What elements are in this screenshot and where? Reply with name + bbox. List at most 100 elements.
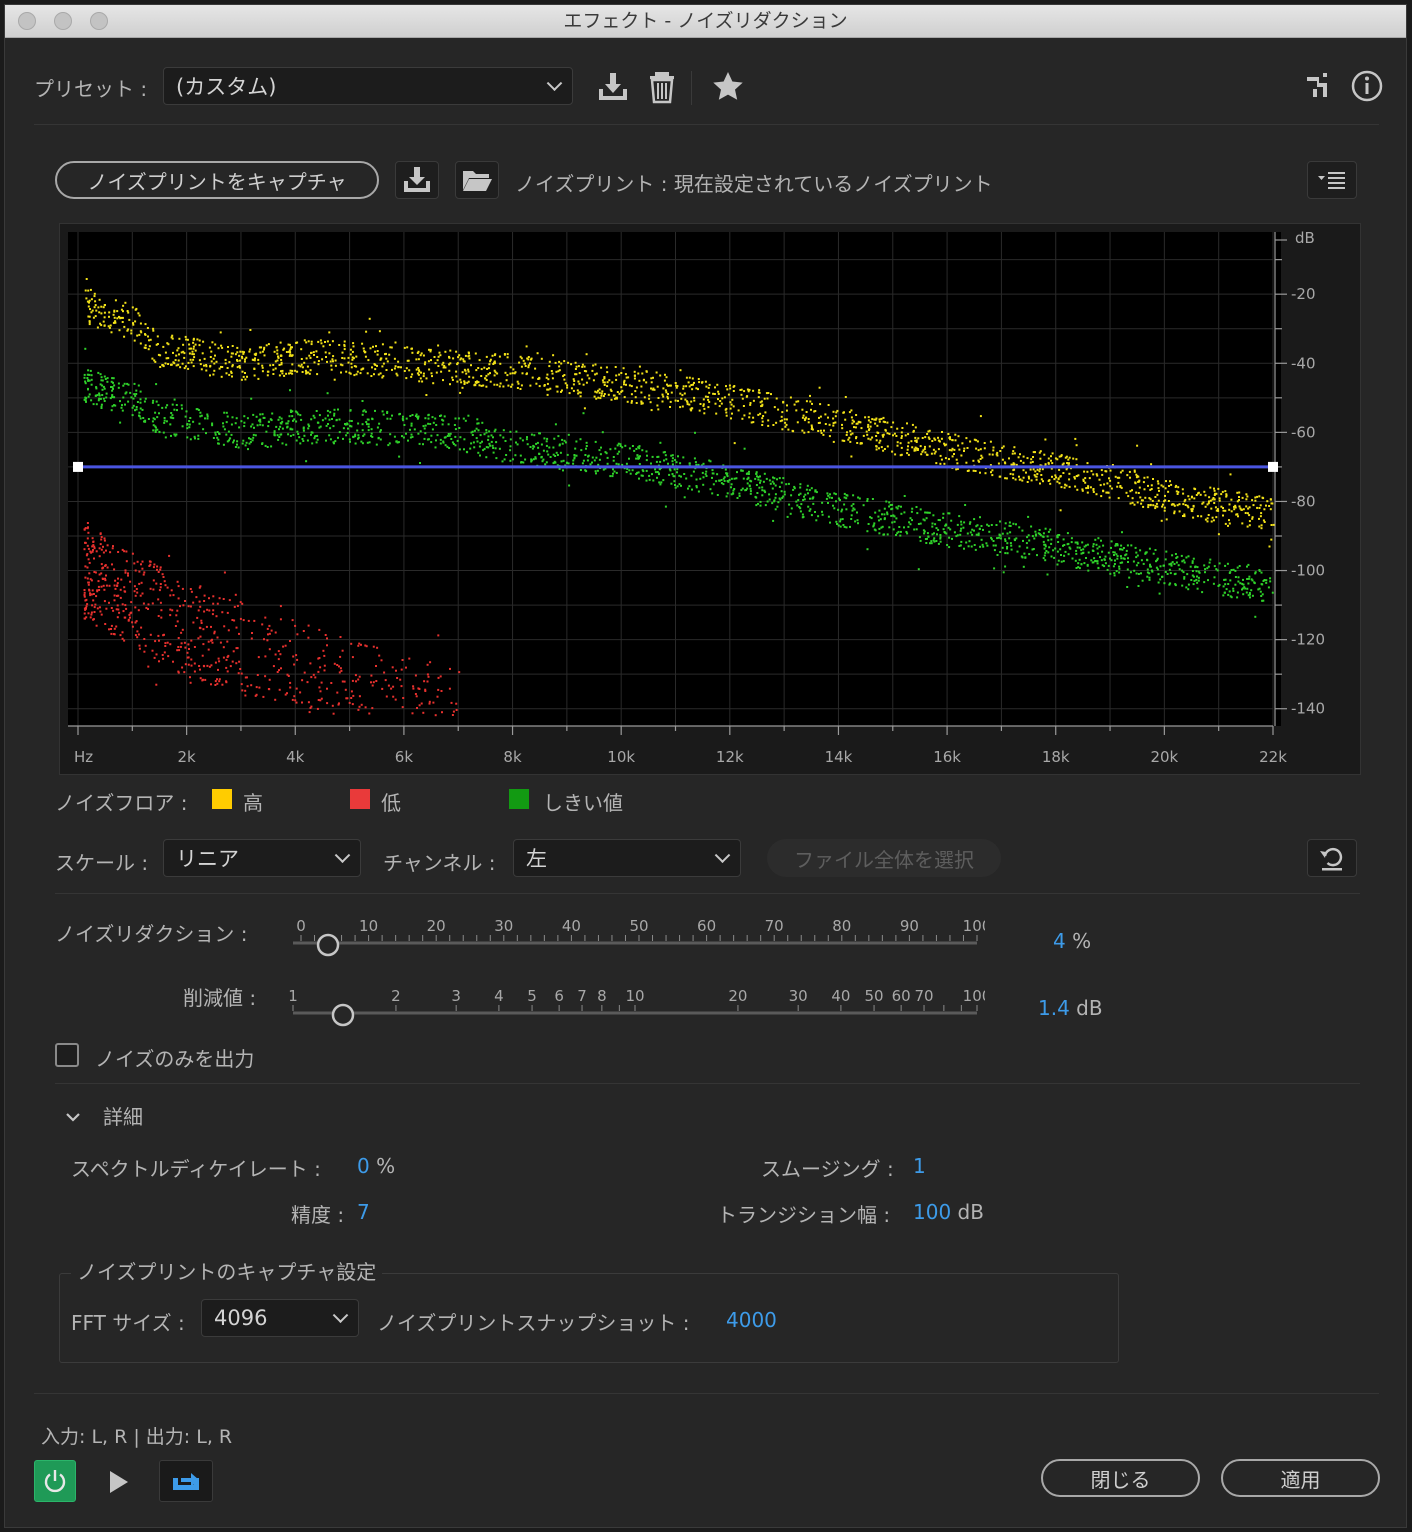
data-point bbox=[1129, 571, 1132, 574]
noise-reduction-slider[interactable]: 0102030405060708090100 bbox=[265, 905, 985, 965]
data-point bbox=[758, 486, 761, 489]
data-point bbox=[278, 428, 280, 431]
data-point bbox=[218, 660, 221, 663]
data-point bbox=[163, 580, 166, 583]
output-noise-only-checkbox[interactable] bbox=[55, 1043, 79, 1067]
save-noiseprint-button[interactable] bbox=[395, 161, 439, 199]
reset-button[interactable] bbox=[1307, 839, 1357, 877]
data-point bbox=[550, 370, 553, 372]
data-point bbox=[991, 453, 994, 456]
data-point bbox=[558, 443, 561, 446]
data-point bbox=[224, 358, 227, 361]
data-point bbox=[506, 356, 509, 359]
data-point bbox=[900, 505, 902, 508]
data-point bbox=[378, 330, 381, 333]
save-preset-icon[interactable] bbox=[595, 69, 631, 105]
data-point bbox=[157, 615, 160, 617]
data-point bbox=[1108, 477, 1110, 480]
panel-menu-button[interactable] bbox=[1307, 161, 1357, 199]
data-point bbox=[127, 328, 130, 331]
noise-reduction-value[interactable]: 4 bbox=[1053, 929, 1066, 953]
transition-width-value[interactable]: 100 bbox=[913, 1200, 951, 1224]
data-point bbox=[310, 340, 313, 343]
data-point bbox=[309, 369, 312, 372]
data-point bbox=[594, 440, 597, 443]
data-point bbox=[461, 386, 464, 389]
data-point bbox=[740, 393, 743, 396]
data-point bbox=[307, 427, 310, 430]
close-button[interactable]: 閉じる bbox=[1041, 1459, 1200, 1497]
data-point bbox=[509, 366, 512, 369]
smoothing-value[interactable]: 1 bbox=[913, 1154, 926, 1178]
power-toggle-button[interactable] bbox=[34, 1460, 76, 1502]
data-point bbox=[193, 646, 196, 648]
slider-thumb[interactable] bbox=[331, 1003, 355, 1027]
data-point bbox=[579, 438, 582, 441]
routing-icon[interactable] bbox=[1303, 69, 1337, 103]
data-point bbox=[953, 448, 956, 451]
trash-icon[interactable] bbox=[645, 69, 679, 105]
data-point bbox=[91, 309, 94, 312]
data-point bbox=[102, 578, 104, 580]
data-point bbox=[236, 351, 239, 354]
data-point bbox=[781, 496, 784, 499]
noise-floor-graph[interactable]: Hz 2k 4k 6k 8k 10k 12k 14k 16k 18k 20k 22k dB-20-40… bbox=[60, 224, 1360, 774]
data-point bbox=[333, 412, 336, 415]
channel-dropdown[interactable]: 左 bbox=[513, 839, 741, 877]
advanced-section-title[interactable]: 詳細 bbox=[103, 1101, 143, 1130]
data-point bbox=[329, 427, 332, 430]
select-entire-file-button[interactable]: ファイル全体を選択 bbox=[767, 839, 1001, 877]
data-point bbox=[685, 385, 688, 388]
scale-dropdown[interactable]: リニア bbox=[163, 839, 361, 877]
data-point bbox=[1058, 455, 1061, 458]
data-point bbox=[381, 343, 384, 346]
noiseprint-snapshots-value[interactable]: 4000 bbox=[726, 1308, 777, 1332]
data-point bbox=[875, 439, 878, 442]
data-point bbox=[147, 418, 150, 420]
capture-noiseprint-button[interactable]: ノイズプリントをキャプチャ bbox=[55, 161, 379, 199]
data-point bbox=[192, 347, 195, 350]
data-point bbox=[287, 433, 290, 436]
spectral-decay-value[interactable]: 0 bbox=[357, 1154, 370, 1178]
data-point bbox=[1224, 490, 1227, 493]
loop-playback-button[interactable] bbox=[159, 1460, 213, 1502]
data-point bbox=[374, 350, 377, 353]
data-point bbox=[522, 359, 525, 362]
data-point bbox=[353, 374, 356, 377]
reduce-by-value[interactable]: 1.4 bbox=[1038, 996, 1070, 1020]
data-point bbox=[802, 414, 805, 417]
fft-size-dropdown[interactable]: 4096 bbox=[201, 1299, 359, 1337]
data-point bbox=[843, 525, 846, 528]
data-point bbox=[397, 360, 400, 363]
data-point bbox=[945, 523, 948, 526]
play-preview-button[interactable] bbox=[101, 1465, 135, 1499]
data-point bbox=[1035, 478, 1038, 481]
data-point bbox=[135, 588, 138, 590]
reduce-by-slider[interactable]: 1234567810203040506070100 bbox=[265, 975, 985, 1035]
data-point bbox=[444, 350, 447, 353]
info-icon[interactable] bbox=[1349, 68, 1385, 104]
open-noiseprint-button[interactable] bbox=[455, 161, 499, 199]
data-point bbox=[331, 704, 334, 707]
data-point bbox=[339, 667, 342, 670]
data-point bbox=[628, 447, 631, 450]
data-point bbox=[357, 678, 360, 681]
precision-value[interactable]: 7 bbox=[357, 1200, 370, 1224]
data-point bbox=[105, 607, 108, 610]
apply-button[interactable]: 適用 bbox=[1221, 1459, 1380, 1497]
data-point bbox=[824, 413, 827, 416]
data-point bbox=[424, 688, 427, 691]
chevron-down-icon[interactable] bbox=[63, 1107, 83, 1127]
data-point bbox=[536, 352, 539, 355]
data-point bbox=[736, 497, 739, 499]
data-point bbox=[300, 358, 303, 360]
noise-floor-chart[interactable]: Hz 2k 4k 6k 8k 10k 12k 14k 16k 18k 20k 22k dB -20 -40… bbox=[59, 223, 1361, 775]
data-point bbox=[1258, 517, 1260, 520]
slider-thumb[interactable] bbox=[316, 933, 340, 957]
preset-dropdown[interactable]: (カスタム) bbox=[163, 67, 573, 105]
data-point bbox=[120, 578, 123, 581]
data-point bbox=[761, 420, 764, 423]
favorite-star-icon[interactable] bbox=[710, 69, 746, 105]
data-point bbox=[575, 454, 578, 457]
data-point bbox=[238, 354, 241, 357]
